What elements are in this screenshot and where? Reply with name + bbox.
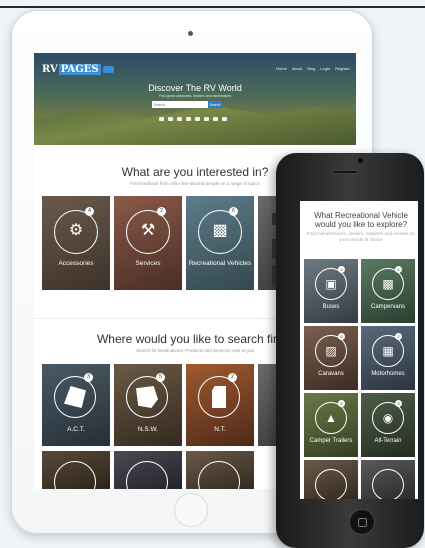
tile-label: N.S.W. <box>137 426 159 433</box>
tile-label: All-Terrain <box>374 438 402 444</box>
phone-camera <box>358 158 363 163</box>
logo-van-icon <box>102 66 114 73</box>
tile-label: A.C.T. <box>67 426 85 433</box>
tile-label: Camper Trailers <box>309 438 353 444</box>
tablet-camera <box>188 31 193 36</box>
nav-login[interactable]: Login <box>320 66 330 71</box>
state-tile-row3-b[interactable] <box>114 451 182 489</box>
tile-ring <box>315 469 347 499</box>
logo-rv-text: RV <box>42 64 58 75</box>
nav-blog[interactable]: Blog <box>307 66 315 71</box>
terrain-icon[interactable] <box>204 117 209 121</box>
category-icon-row <box>159 117 227 121</box>
motorhome-icon: ▦ <box>382 344 394 358</box>
vehicle-tile-all-terrain[interactable]: ◉ 3 All-Terrain <box>361 393 415 457</box>
tile-label: Campervans <box>370 304 405 310</box>
tablet-home-button[interactable] <box>174 493 208 527</box>
phone-subtitle: Find manufacturers, dealers, repairers a… <box>306 231 416 242</box>
nav-register[interactable]: Register <box>335 66 350 71</box>
tile-badge: 6 <box>338 333 345 340</box>
tile-label: Services <box>135 260 161 267</box>
tile-label: Accessories <box>58 260 94 267</box>
bus-icon: ▣ <box>325 277 337 291</box>
hero-search: Search <box>152 101 222 108</box>
trailer-icon[interactable] <box>195 117 200 121</box>
state-tile-row3-a[interactable] <box>42 451 110 489</box>
camper-trailer-icon: ▲ <box>325 411 337 425</box>
campervan-icon: ▩ <box>382 277 394 291</box>
tile-ring <box>126 461 168 489</box>
hero-banner: RV PAGES Home About Blog Login Register … <box>34 53 356 145</box>
vehicle-tile-motorhomes[interactable]: ▦ 2 Motorhomes <box>361 326 415 390</box>
top-rule <box>0 6 425 8</box>
search-input[interactable] <box>152 101 208 108</box>
hero-subtitle: Find great campsites, dealers and destin… <box>158 94 232 98</box>
state-tile-nsw[interactable]: 5 N.S.W. <box>114 364 182 446</box>
tile-label: Motorhomes <box>371 371 405 377</box>
tile-label: Buses <box>322 304 340 310</box>
brand-logo[interactable]: RV PAGES <box>42 64 114 75</box>
state-tile-row3-c[interactable] <box>186 451 254 489</box>
tile-badge: 5 <box>338 400 345 407</box>
tile-ring <box>198 461 240 489</box>
accessory-icon[interactable] <box>213 117 218 121</box>
tile-badge: 3 <box>84 373 93 382</box>
caravan-icon: ▩ <box>212 222 228 239</box>
tile-badge: 4 <box>85 207 94 216</box>
tile-label: Caravans <box>318 371 344 377</box>
state-tile-act[interactable]: 3 A.C.T. <box>42 364 110 446</box>
vehicle-tile-row4-b[interactable] <box>361 460 415 499</box>
phone-home-button[interactable] <box>349 509 375 535</box>
tile-badge: 2 <box>228 373 237 382</box>
generator-icon: ⚙ <box>68 222 84 239</box>
home-square-icon <box>358 518 367 527</box>
vehicle-tile-caravans[interactable]: ▨ 6 Caravans <box>304 326 358 390</box>
hero-landscape <box>34 105 356 145</box>
nt-map-icon <box>212 386 226 408</box>
phone-speaker <box>332 170 358 174</box>
vehicle-tile-camper-trailers[interactable]: ▲ 5 Camper Trailers <box>304 393 358 457</box>
bus-icon[interactable] <box>159 117 164 121</box>
camper-icon[interactable] <box>177 117 182 121</box>
interest-tile-recreational-vehicles[interactable]: ▩ 6 Recreational Vehicles <box>186 196 254 290</box>
wrench-icon: ⚒ <box>140 222 156 239</box>
search-button[interactable]: Search <box>208 101 222 108</box>
state-tile-nt[interactable]: 2 N.T. <box>186 364 254 446</box>
motorhome-icon[interactable] <box>186 117 191 121</box>
phone-volume-up[interactable] <box>272 239 276 259</box>
caravan-icon: ▨ <box>325 344 337 358</box>
vehicle-tile-buses[interactable]: ▣ 3 Buses <box>304 259 358 323</box>
top-nav: Home About Blog Login Register <box>276 66 350 71</box>
vehicle-tile-row4-a[interactable] <box>304 460 358 499</box>
nav-about[interactable]: About <box>292 66 302 71</box>
vehicle-tile-campervans[interactable]: ▩ 4 Campervans <box>361 259 415 323</box>
phone-screen: What Recreational Vehicle would you like… <box>300 201 418 499</box>
tile-ring <box>372 469 404 499</box>
tile-badge: 6 <box>229 207 238 216</box>
interest-tile-accessories[interactable]: ⚙ 4 Accessories <box>42 196 110 290</box>
tile-badge: 5 <box>156 373 165 382</box>
phone-volume-down[interactable] <box>272 265 276 285</box>
tile-ring <box>54 461 96 489</box>
tile-label: N.T. <box>214 426 226 433</box>
tile-badge: 4 <box>395 266 402 273</box>
tile-badge: 3 <box>338 266 345 273</box>
interest-tile-services[interactable]: ⚒ 2 Services <box>114 196 182 290</box>
nav-home[interactable]: Home <box>276 66 287 71</box>
tile-label: Recreational Vehicles <box>188 260 252 267</box>
tile-badge: 3 <box>395 400 402 407</box>
hero-title: Discover The RV World <box>148 83 242 93</box>
logo-pages-text: PAGES <box>58 64 101 75</box>
tile-badge: 2 <box>395 333 402 340</box>
caravan-icon[interactable] <box>168 117 173 121</box>
service-icon[interactable] <box>222 117 227 121</box>
terrain-icon: ◉ <box>382 411 394 425</box>
phone-title: What Recreational Vehicle would you like… <box>314 211 408 229</box>
phone-mute-switch[interactable] <box>272 213 276 225</box>
phone-device: What Recreational Vehicle would you like… <box>272 153 424 548</box>
tile-badge: 2 <box>157 207 166 216</box>
